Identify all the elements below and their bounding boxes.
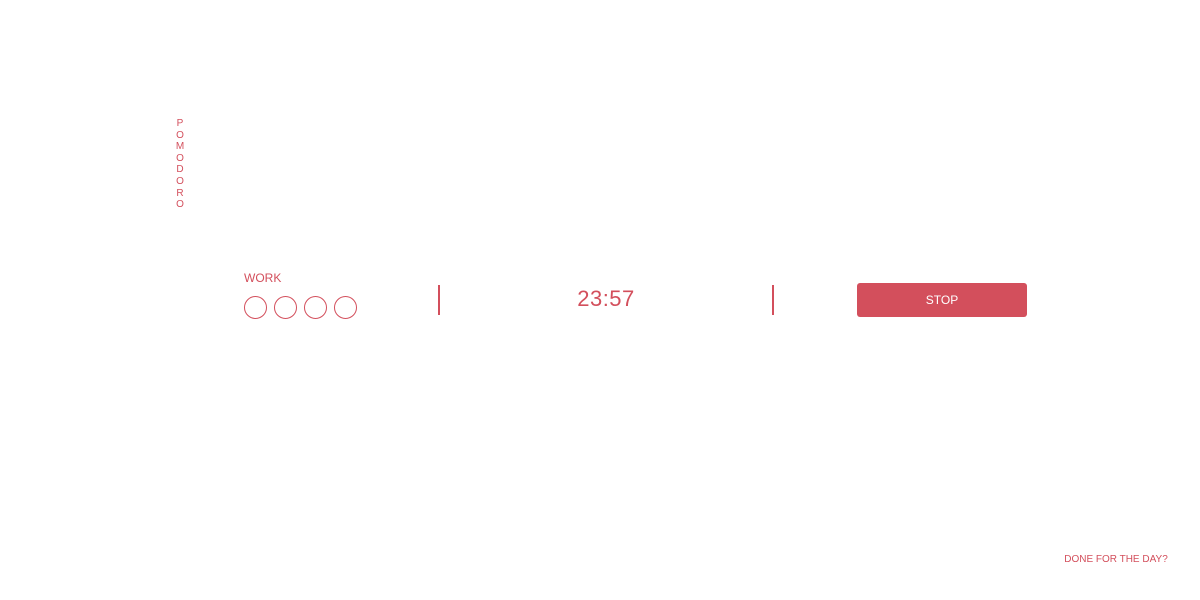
- brand-letter: D: [176, 164, 184, 176]
- session-circle-2: [274, 296, 297, 319]
- session-circle-4: [334, 296, 357, 319]
- brand-letter: P: [176, 118, 184, 129]
- pomodoro-app: P O M O D O R O WORK 23:57 STOP DONE FOR…: [0, 0, 1200, 600]
- stop-button[interactable]: STOP: [857, 283, 1027, 317]
- brand-letter: O: [176, 175, 184, 187]
- session-progress-circles: [244, 296, 357, 319]
- session-circle-1: [244, 296, 267, 319]
- done-for-the-day-link[interactable]: DONE FOR THE DAY?: [1062, 548, 1170, 572]
- brand-letter: M: [175, 141, 185, 153]
- session-circle-3: [304, 296, 327, 319]
- brand-letter: O: [176, 199, 184, 211]
- brand-vertical-title: P O M O D O R O: [174, 118, 186, 211]
- right-divider: [772, 285, 774, 315]
- brand-letter: O: [176, 129, 184, 141]
- brand-letter: O: [176, 152, 184, 164]
- left-divider: [438, 285, 440, 315]
- session-mode-label: WORK: [244, 271, 282, 285]
- brand-letter: R: [176, 187, 184, 199]
- timer-display: 23:57: [577, 286, 635, 311]
